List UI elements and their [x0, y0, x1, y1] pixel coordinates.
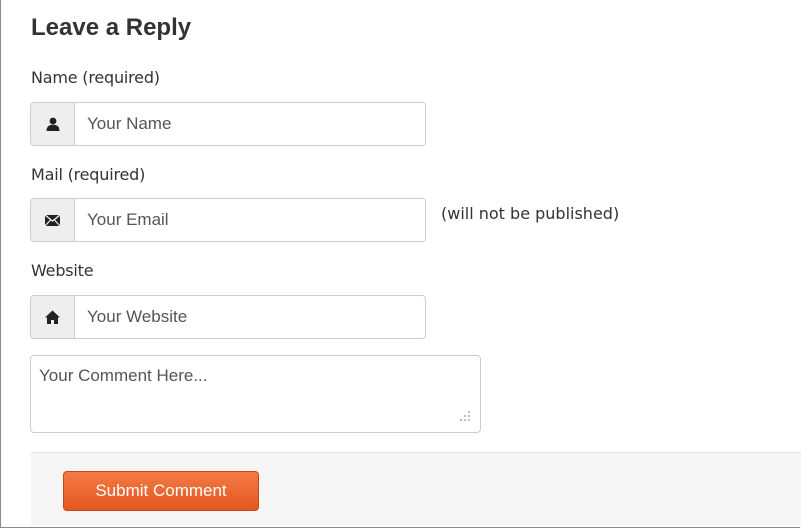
form-actions-bar: Submit Comment	[31, 452, 801, 525]
mail-input-group	[30, 198, 426, 242]
mail-label: Mail (required)	[31, 165, 146, 184]
name-label: Name (required)	[31, 68, 160, 87]
comment-form-container: Leave a Reply Name (required) Mail (requ…	[0, 0, 801, 528]
website-field[interactable]	[75, 296, 425, 338]
user-icon	[31, 103, 75, 145]
name-field[interactable]	[75, 103, 425, 145]
envelope-icon	[31, 199, 75, 241]
website-input-group	[30, 295, 426, 339]
email-privacy-note: (will not be published)	[441, 204, 620, 223]
resize-handle-icon[interactable]	[456, 408, 472, 424]
name-input-group	[30, 102, 426, 146]
form-title: Leave a Reply	[31, 14, 192, 41]
email-field[interactable]	[75, 199, 425, 241]
website-label: Website	[31, 261, 94, 280]
submit-comment-button[interactable]: Submit Comment	[63, 471, 259, 511]
comment-textarea[interactable]	[30, 355, 481, 433]
home-icon	[31, 296, 75, 338]
